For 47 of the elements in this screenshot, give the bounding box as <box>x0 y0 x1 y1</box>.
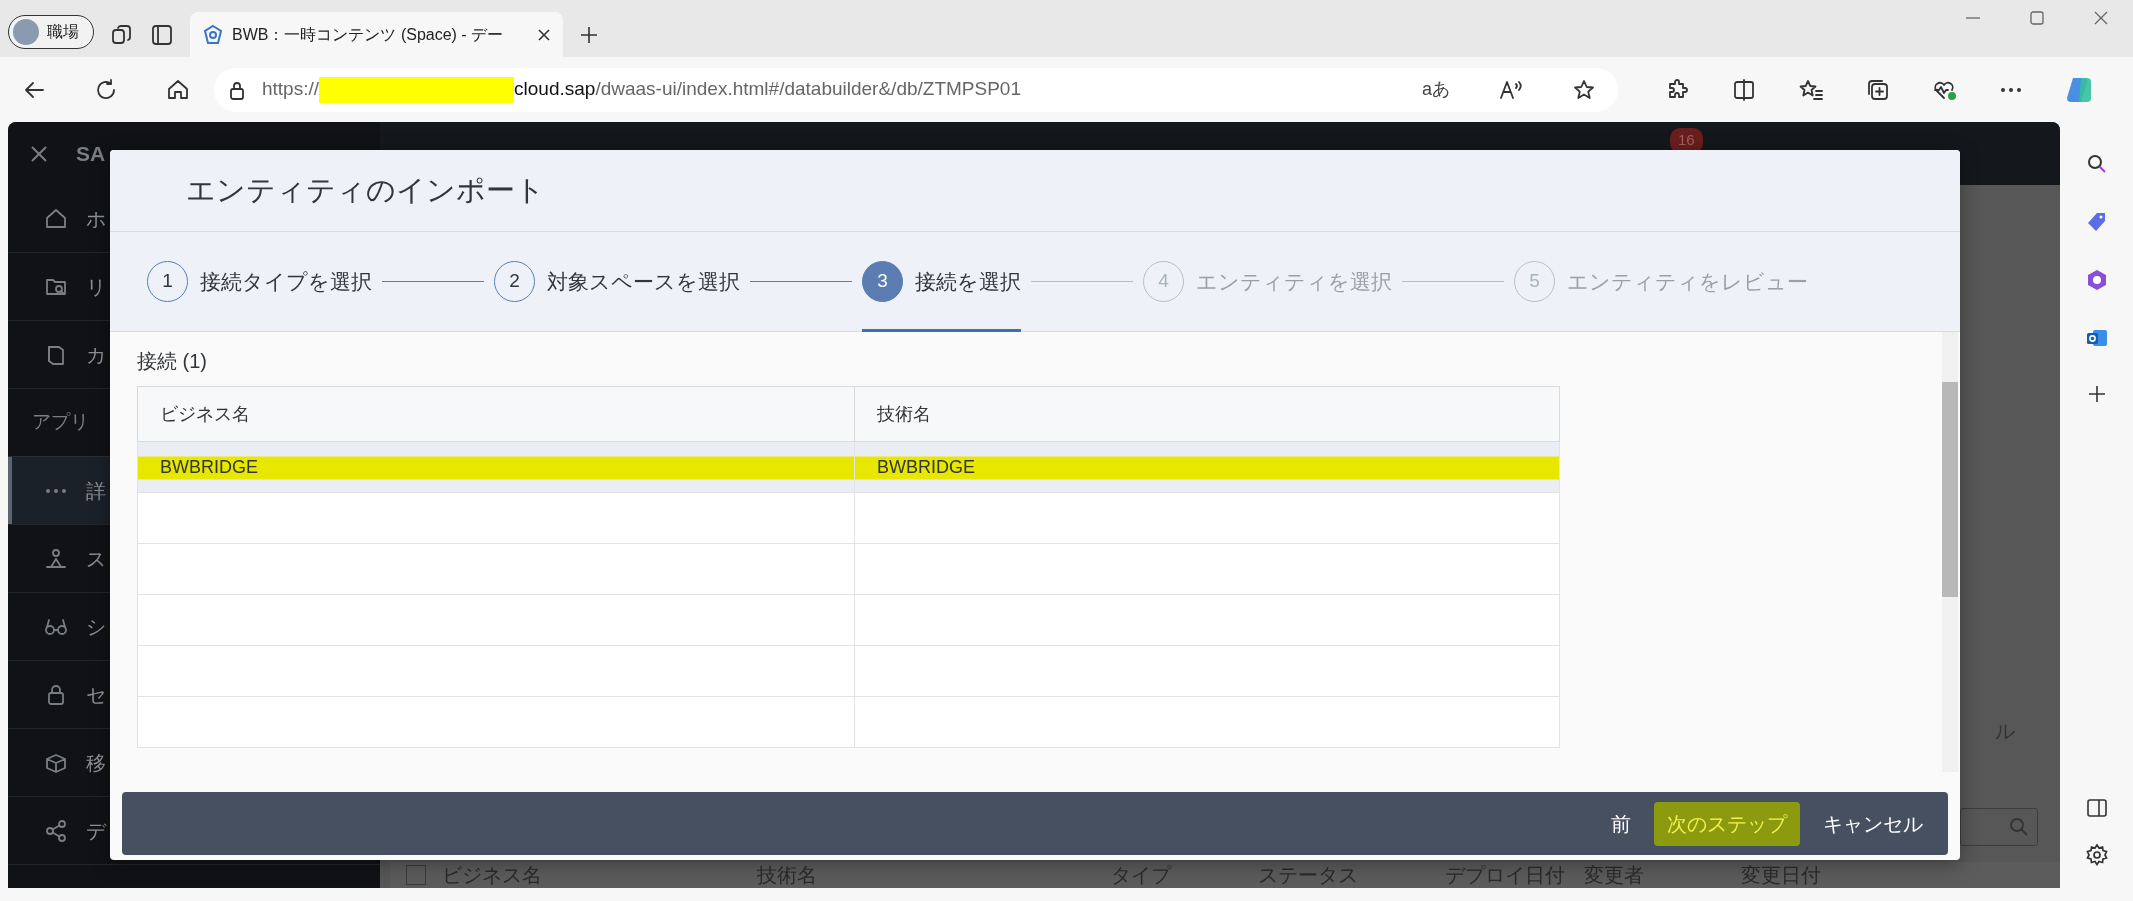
share-icon <box>44 818 68 843</box>
search-icon <box>2009 817 2029 837</box>
column-header: ビジネス名 <box>137 386 855 442</box>
search-field[interactable] <box>1960 808 2038 846</box>
wizard-step: 4 エンティティを選択 <box>1143 232 1392 331</box>
wizard-step[interactable]: 2 対象スペースを選択 <box>494 232 740 331</box>
settings-icon[interactable] <box>2084 843 2109 867</box>
tab-actions-icon[interactable] <box>150 23 174 47</box>
footer-button[interactable]: 前 <box>1598 801 1644 846</box>
dialog-title: エンティティのインポート <box>110 150 1960 232</box>
network-icon <box>44 546 68 571</box>
wizard-step: 5 エンティティをレビュー <box>1514 232 1808 331</box>
new-tab-icon[interactable] <box>579 25 599 45</box>
favorites-icon[interactable] <box>1798 77 1824 102</box>
star-icon[interactable] <box>1572 77 1596 102</box>
scrollbar[interactable] <box>1942 332 1958 772</box>
table-cell: BWBRIDGE <box>137 441 855 493</box>
app-title: SA <box>76 140 106 167</box>
avatar-icon <box>13 19 39 45</box>
table-cell: BWBRIDGE <box>854 441 1560 493</box>
refresh-icon[interactable] <box>94 77 118 102</box>
close-icon[interactable] <box>537 27 551 42</box>
wizard-step[interactable]: 1 接続タイプを選択 <box>147 232 372 331</box>
address-bar[interactable]: https:// cloud.sap/dwaas-ui/index.html#/databuilder&/db/ZTMPSP01 aあ <box>214 67 1618 112</box>
browser-tab[interactable]: BWB：一時コンテンツ (Space) - デー <box>190 12 563 57</box>
home-icon[interactable] <box>166 77 190 102</box>
lock-icon <box>228 79 246 100</box>
tab-title: BWB：一時コンテンツ (Space) - デー <box>232 24 505 45</box>
more-icon[interactable] <box>2000 86 2022 93</box>
collections-icon[interactable] <box>1866 77 1890 102</box>
scrollbar-thumb[interactable] <box>1942 382 1958 597</box>
sidebar-panel-icon[interactable] <box>2085 797 2108 819</box>
add-icon[interactable] <box>2086 384 2107 404</box>
checkbox[interactable] <box>406 865 426 885</box>
profile-button[interactable]: 職場 <box>8 15 94 49</box>
column-header: 技術名 <box>854 386 1560 442</box>
home-icon <box>44 206 68 231</box>
footer-button[interactable]: キャンセル <box>1810 801 1936 846</box>
section-title: 接続 (1) <box>137 349 208 374</box>
workspaces-icon[interactable] <box>110 23 134 47</box>
url-text: https:// cloud.sap/dwaas-ui/index.html#/databuilder&/db/ZTMPSP01 <box>262 75 1021 104</box>
wizard-step[interactable]: 3 接続を選択 <box>862 232 1021 331</box>
logo-icon <box>202 23 224 46</box>
dots-icon <box>44 487 68 494</box>
maximize-icon[interactable] <box>2029 10 2045 26</box>
translate-button[interactable]: aあ <box>1422 76 1450 103</box>
split-screen-icon[interactable] <box>1732 77 1756 102</box>
